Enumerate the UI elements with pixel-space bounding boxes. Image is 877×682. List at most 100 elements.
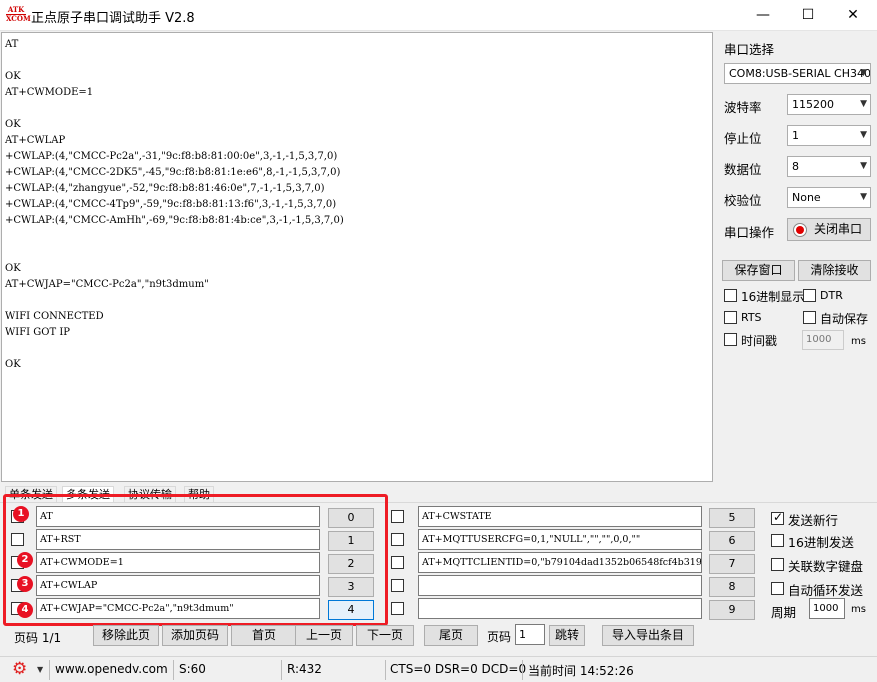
port-label: 串口选择 <box>724 39 774 58</box>
parity-select[interactable]: None ▼ <box>787 187 871 208</box>
receive-textarea[interactable]: ATOKAT+CWMODE=1OKAT+CWLAP+CWLAP:(4,"CMCC… <box>1 32 713 482</box>
send-command-button-9[interactable]: 9 <box>709 600 755 620</box>
right-command-input-6[interactable]: AT+MQTTUSERCFG=0,1,"NULL","","",0,0,"" <box>418 529 702 550</box>
receive-line: OK <box>5 357 344 373</box>
minimize-button[interactable]: — <box>740 0 786 31</box>
receive-line <box>5 229 344 245</box>
send-newline-label: 发送新行 <box>788 510 838 529</box>
gear-icon[interactable]: ⚙ <box>12 660 27 678</box>
remove-page-button[interactable]: 移除此页 <box>93 625 159 646</box>
clear-receive-button[interactable]: 清除接收 <box>798 260 871 281</box>
timestamp-interval-input[interactable]: 1000 <box>802 330 844 350</box>
chevron-down-icon: ▼ <box>860 126 867 145</box>
save-window-button[interactable]: 保存窗口 <box>722 260 795 281</box>
timestamp-label: 时间戳 <box>741 332 777 349</box>
databits-select[interactable]: 8 ▼ <box>787 156 871 177</box>
period-input[interactable]: 1000 <box>809 598 845 619</box>
right-command-checkbox-8[interactable] <box>391 579 404 592</box>
tab-single-send[interactable]: 单条发送 <box>5 486 57 503</box>
hex-send-checkbox[interactable] <box>771 534 784 547</box>
auto-save-checkbox[interactable] <box>803 311 816 324</box>
send-command-button-0[interactable]: 0 <box>328 508 374 528</box>
left-command-input-4[interactable]: AT+CWJAP="CMCC-Pc2a","n9t3dmum" <box>36 598 320 619</box>
page-info: 页码 1/1 <box>14 629 61 646</box>
send-command-button-3[interactable]: 3 <box>328 577 374 597</box>
send-command-button-1[interactable]: 1 <box>328 531 374 551</box>
auto-loop-checkbox[interactable] <box>771 582 784 595</box>
first-page-button[interactable]: 首页 <box>231 625 297 646</box>
parity-label: 校验位 <box>724 190 762 209</box>
tab-multi-send[interactable]: 多条发送 <box>62 486 114 503</box>
send-command-button-2[interactable]: 2 <box>328 554 374 574</box>
right-command-checkbox-6[interactable] <box>391 533 404 546</box>
stopbits-value: 1 <box>792 129 799 142</box>
port-select[interactable]: COM8:USB-SERIAL CH340 ▼ <box>724 63 871 84</box>
right-command-input-5[interactable]: AT+CWSTATE <box>418 506 702 527</box>
left-command-input-0[interactable]: AT <box>36 506 320 527</box>
right-command-input-9[interactable] <box>418 598 702 619</box>
app-logo: ATK XCOM <box>6 6 26 25</box>
baud-value: 115200 <box>792 98 834 111</box>
left-command-input-2[interactable]: AT+CWMODE=1 <box>36 552 320 573</box>
rts-checkbox[interactable] <box>724 311 737 324</box>
status-divider <box>522 660 523 680</box>
rts-label: RTS <box>741 311 762 324</box>
link-keypad-checkbox[interactable] <box>771 558 784 571</box>
next-page-button[interactable]: 下一页 <box>356 625 414 646</box>
dtr-checkbox[interactable] <box>803 289 816 302</box>
auto-save-label: 自动保存 <box>820 310 868 327</box>
annotation-badge-1: 1 <box>13 506 29 522</box>
left-command-input-1[interactable]: AT+RST <box>36 529 320 550</box>
status-divider <box>281 660 282 680</box>
tab-protocol[interactable]: 协议传输 <box>124 486 176 503</box>
right-command-checkbox-5[interactable] <box>391 510 404 523</box>
status-divider <box>49 660 50 680</box>
last-page-button[interactable]: 尾页 <box>424 625 478 646</box>
sent-count: S:60 <box>179 662 206 676</box>
stopbits-select[interactable]: 1 ▼ <box>787 125 871 146</box>
left-command-checkbox-1[interactable] <box>11 533 24 546</box>
left-command-input-3[interactable]: AT+CWLAP <box>36 575 320 596</box>
receive-line: AT+CWJAP="CMCC-Pc2a","n9t3dmum" <box>5 277 344 293</box>
receive-line: WIFI CONNECTED <box>5 309 344 325</box>
receive-line: +CWLAP:(4,"CMCC-Pc2a",-31,"9c:f8:b8:81:0… <box>5 149 344 165</box>
receive-line: WIFI GOT IP <box>5 325 344 341</box>
receive-line: +CWLAP:(4,"CMCC-4Tp9",-59,"9c:f8:b8:81:1… <box>5 197 344 213</box>
jump-button[interactable]: 跳转 <box>549 625 585 646</box>
send-command-button-6[interactable]: 6 <box>709 531 755 551</box>
period-label: 周期 <box>771 602 796 621</box>
app-logo-bottom: XCOM <box>6 14 26 23</box>
receive-line: OK <box>5 117 344 133</box>
databits-label: 数据位 <box>724 159 762 178</box>
receive-line: OK <box>5 69 344 85</box>
baud-select[interactable]: 115200 ▼ <box>787 94 871 115</box>
send-command-button-8[interactable]: 8 <box>709 577 755 597</box>
close-button[interactable]: ✕ <box>830 0 876 31</box>
add-page-button[interactable]: 添加页码 <box>162 625 228 646</box>
timestamp-checkbox[interactable] <box>724 333 737 346</box>
tab-help[interactable]: 帮助 <box>184 486 214 503</box>
send-command-button-4[interactable]: 4 <box>328 600 374 620</box>
chevron-down-icon: ▼ <box>860 188 867 207</box>
maximize-button[interactable]: ☐ <box>785 0 831 31</box>
send-command-button-5[interactable]: 5 <box>709 508 755 528</box>
right-command-input-8[interactable] <box>418 575 702 596</box>
annotation-badge-3: 3 <box>17 576 33 592</box>
close-port-label: 关闭串口 <box>814 222 862 236</box>
receive-line: +CWLAP:(4,"zhangyue",-52,"9c:f8:b8:81:46… <box>5 181 344 197</box>
title-bar: ATK XCOM 正点原子串口调试助手 V2.8 — ☐ ✕ <box>0 0 877 31</box>
right-command-checkbox-9[interactable] <box>391 602 404 615</box>
right-command-input-7[interactable]: AT+MQTTCLIENTID=0,"b79104dad1352b06548fc… <box>418 552 702 573</box>
prev-page-button[interactable]: 上一页 <box>295 625 353 646</box>
caret-down-icon[interactable]: ▼ <box>37 665 43 674</box>
import-export-button[interactable]: 导入导出条目 <box>602 625 694 646</box>
send-command-button-7[interactable]: 7 <box>709 554 755 574</box>
page-number-input[interactable]: 1 <box>515 624 545 645</box>
website-link[interactable]: www.openedv.com <box>55 662 168 676</box>
close-port-button[interactable]: 关闭串口 <box>787 218 871 241</box>
send-newline-checkbox[interactable] <box>771 512 784 525</box>
period-unit: ms <box>851 604 866 615</box>
hex-display-checkbox[interactable] <box>724 289 737 302</box>
receive-line <box>5 53 344 69</box>
right-command-checkbox-7[interactable] <box>391 556 404 569</box>
